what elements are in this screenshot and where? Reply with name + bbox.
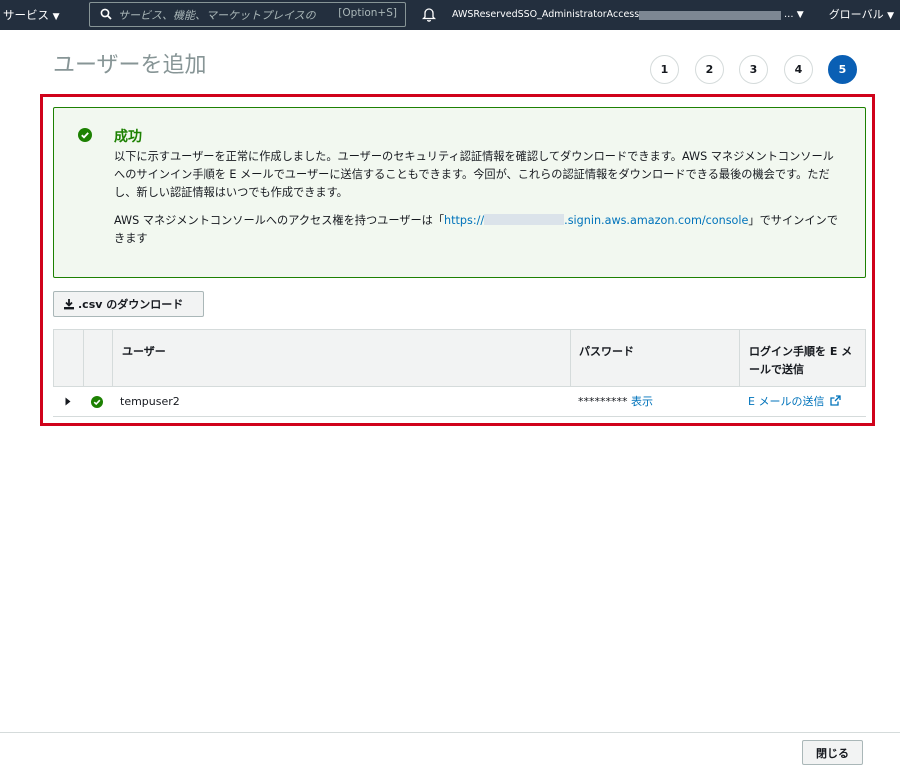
external-link-icon (830, 395, 841, 406)
step-1[interactable]: 1 (650, 55, 679, 84)
console-url-end: .signin.aws.amazon.com/console (564, 214, 749, 227)
close-button[interactable]: 閉じる (802, 740, 863, 765)
region-menu[interactable]: グローバル ▼ (829, 0, 894, 30)
step-3[interactable]: 3 (739, 55, 768, 84)
redacted-account-id (639, 11, 781, 20)
cell-email: E メールの送信 (748, 387, 841, 417)
table-header: ユーザー パスワード ログイン手順を E メールで送信 (53, 329, 866, 387)
download-csv-button[interactable]: .csv のダウンロード (53, 291, 204, 317)
top-nav: サービス ▼ [Option+S] AWSReservedSSO_Adminis… (0, 0, 900, 30)
chevron-down-icon: ▼ (796, 10, 804, 20)
success-message: 以下に示すユーザーを正常に作成しました。ユーザーのセキュリティ認証情報を確認して… (114, 150, 834, 199)
console-prefix: AWS マネジメントコンソールへのアクセス権を持つユーザーは「 (114, 214, 445, 227)
chevron-down-icon: ▼ (887, 11, 894, 21)
download-icon (64, 299, 74, 310)
success-alert: 成功 以下に示すユーザーを正常に作成しました。ユーザーのセキュリティ認証情報を確… (53, 107, 866, 278)
column-divider (83, 330, 84, 386)
search-input[interactable] (118, 6, 340, 24)
step-2[interactable]: 2 (695, 55, 724, 84)
header-password[interactable]: パスワード (579, 330, 634, 386)
password-mask: ********* (578, 395, 628, 408)
show-password-link[interactable]: 表示 (631, 395, 653, 408)
search-box[interactable]: [Option+S] (89, 2, 406, 27)
step-4[interactable]: 4 (784, 55, 813, 84)
account-ellipsis: ... (784, 9, 794, 20)
cell-password: ********* 表示 (578, 387, 653, 417)
services-label: サービス (3, 8, 49, 22)
search-icon (100, 8, 112, 20)
header-email[interactable]: ログイン手順を E メールで送信 (749, 330, 861, 386)
column-divider (112, 330, 113, 386)
expand-caret-icon[interactable] (65, 397, 71, 406)
console-url-link[interactable]: https:// .signin.aws.amazon.com/console (444, 214, 748, 227)
cell-user: tempuser2 (120, 395, 180, 408)
success-check-icon (78, 128, 92, 142)
services-menu[interactable]: サービス ▼ (0, 0, 60, 30)
success-title: 成功 (114, 129, 142, 145)
footer-divider (0, 732, 900, 733)
download-csv-label: .csv のダウンロード (78, 298, 184, 311)
send-email-link[interactable]: E メールの送信 (748, 395, 841, 408)
page-title: ユーザーを追加 (53, 53, 207, 78)
step-5: 5 (828, 55, 857, 84)
account-label: AWSReservedSSO_AdministratorAccess_ (452, 9, 644, 20)
redacted-account-alias (484, 214, 565, 225)
bell-icon[interactable] (422, 7, 436, 22)
search-shortcut: [Option+S] (338, 7, 397, 19)
console-access-message: AWS マネジメントコンソールへのアクセス権を持つユーザーは「https://.… (114, 212, 844, 248)
table-row: tempuser2 ********* 表示 E メールの送信 (53, 387, 866, 417)
success-check-icon (91, 396, 103, 408)
header-user[interactable]: ユーザー (122, 330, 166, 386)
column-divider (570, 330, 571, 386)
column-divider (739, 330, 740, 386)
account-menu-more[interactable]: ... ▼ (784, 0, 804, 30)
account-menu[interactable]: AWSReservedSSO_AdministratorAccess_ (452, 0, 644, 30)
region-label: グローバル (828, 8, 884, 21)
send-email-label: E メールの送信 (748, 395, 825, 408)
console-url-start: https:// (444, 214, 485, 227)
chevron-down-icon: ▼ (52, 12, 60, 22)
